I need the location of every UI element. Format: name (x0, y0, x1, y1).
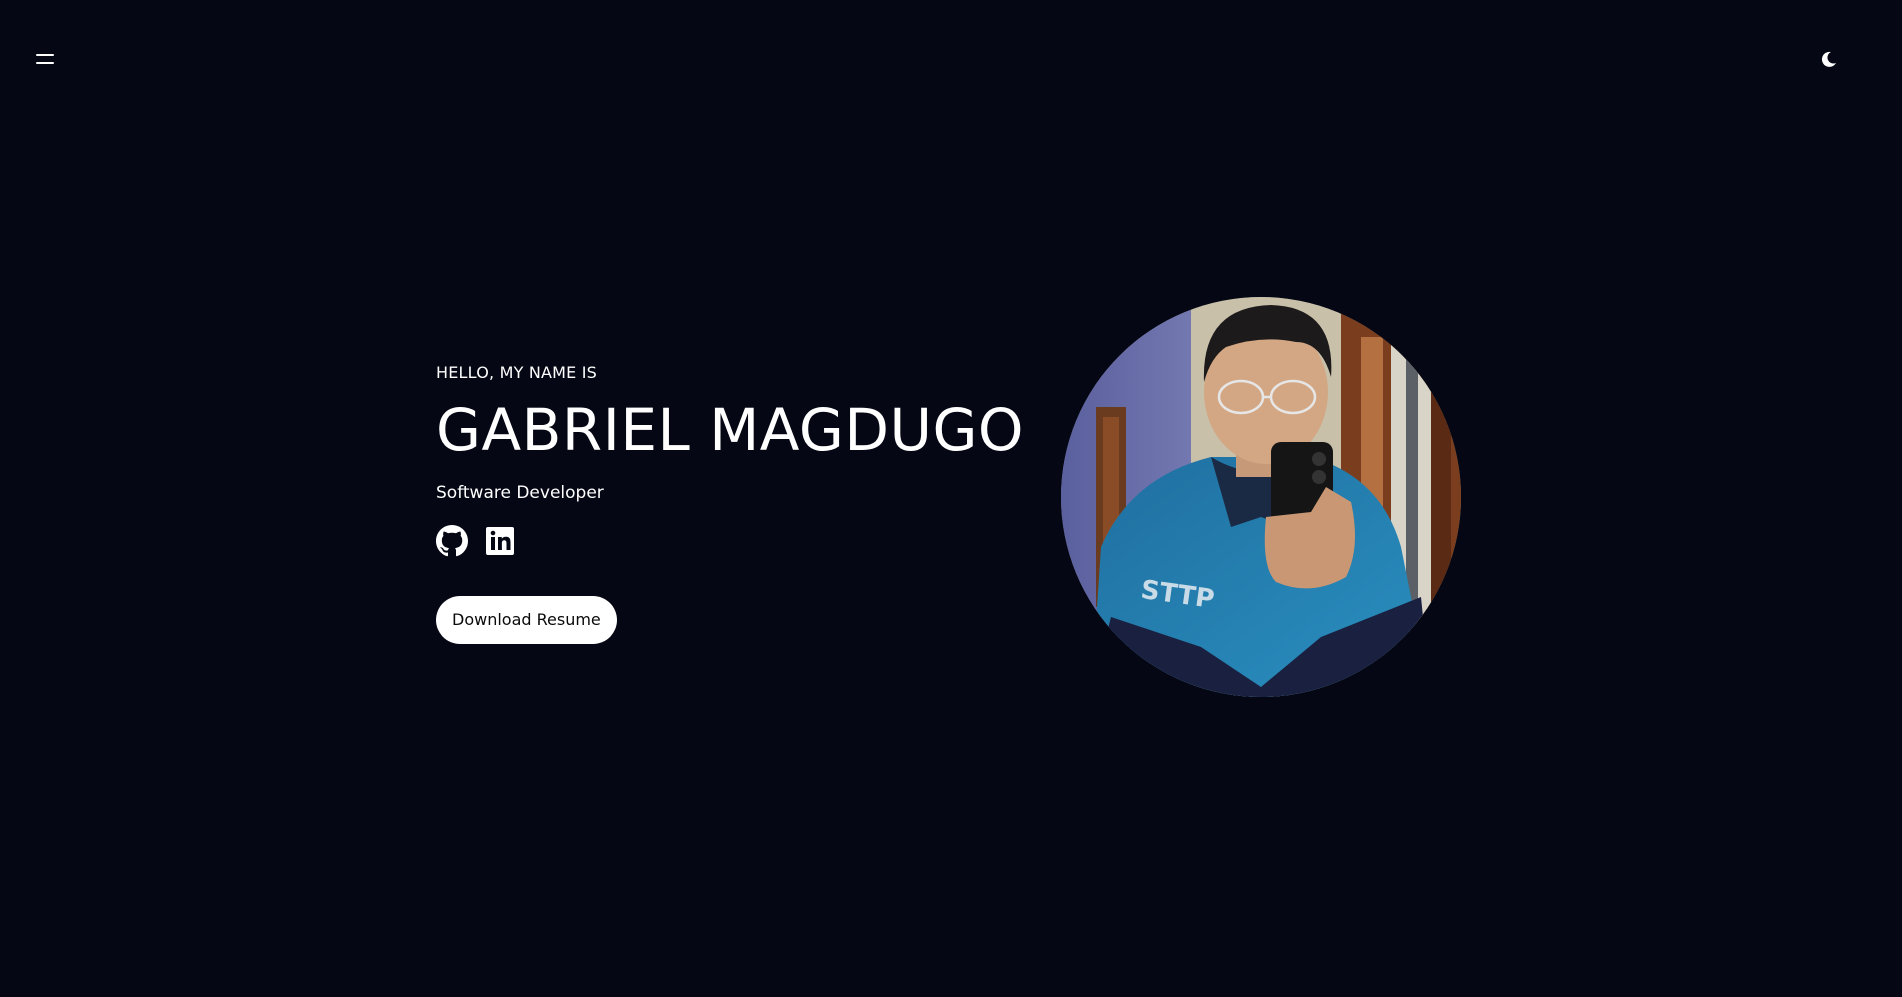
github-icon (436, 525, 468, 557)
theme-toggle-svg (1821, 51, 1836, 67)
linkedin-link[interactable] (484, 525, 516, 557)
profile-photo: STTP (1061, 297, 1461, 697)
menu-line-bottom (36, 62, 54, 64)
social-links (436, 524, 1036, 558)
linkedin-icon (486, 527, 514, 555)
hero-role: Software Developer (436, 483, 604, 503)
hamburger-menu-icon[interactable] (36, 50, 60, 68)
hero-name: GABRIEL MAGDUGO (436, 396, 1025, 464)
hero-intro: HELLO, MY NAME IS GABRIEL MAGDUGO Softwa… (436, 360, 1036, 644)
download-resume-button[interactable]: Download Resume (436, 596, 617, 644)
profile-photo-illustration: STTP (1061, 297, 1461, 697)
github-link[interactable] (436, 525, 468, 557)
menu-line-top (36, 54, 54, 56)
moon-icon[interactable] (1818, 48, 1840, 70)
greeting-text: HELLO, MY NAME IS (436, 363, 598, 382)
portfolio-page: HELLO, MY NAME IS GABRIEL MAGDUGO Softwa… (0, 0, 1902, 997)
